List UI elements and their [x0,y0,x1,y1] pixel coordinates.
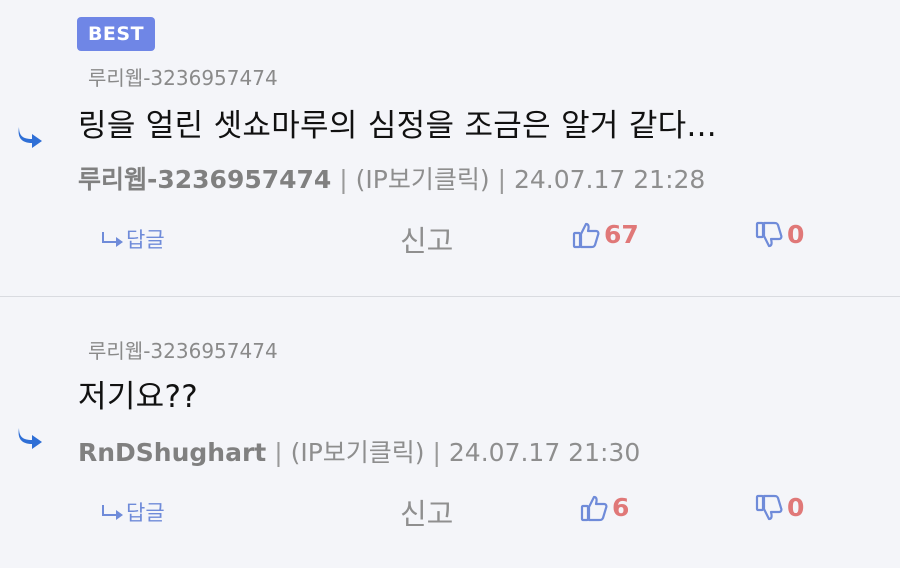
author-name[interactable]: RnDShughart [78,438,266,467]
action-row: 답글 신고 6 0 [0,491,900,531]
ip-link[interactable]: (IP보기클릭) [291,438,425,467]
comment-meta: 루리웹-3236957474 | (IP보기클릭) | 24.07.17 21:… [78,160,705,196]
reply-target: 루리웹-3236957474 [88,339,278,363]
timestamp: 24.07.17 21:28 [513,165,706,194]
dislike-count: 0 [787,493,805,522]
timestamp: 24.07.17 21:30 [448,438,641,467]
comment-text: 저기요?? [78,379,198,415]
reply-label: 답글 [126,228,165,252]
reply-button[interactable]: 답글 [102,224,165,254]
dislike-button[interactable]: 0 [755,220,804,249]
like-count: 67 [604,220,639,249]
reply-arrow-icon [18,428,42,449]
comment-item: BEST 루리웹-3236957474 링을 얼린 셋쇼마루의 심정을 조금은 … [0,0,900,296]
action-row: 답글 신고 67 0 [0,218,900,258]
author-name[interactable]: 루리웹-3236957474 [78,165,331,194]
meta-separator: | [274,438,283,467]
report-button[interactable]: 신고 [400,491,453,533]
meta-separator: | [339,165,348,194]
thumbs-up-icon [580,495,608,521]
like-count: 6 [612,493,630,522]
best-badge: BEST [77,17,155,51]
dislike-button[interactable]: 0 [755,493,804,522]
meta-separator: | [497,165,507,194]
ip-link[interactable]: (IP보기클릭) [356,165,490,194]
report-button[interactable]: 신고 [400,218,453,260]
reply-button[interactable]: 답글 [102,497,165,527]
reply-target: 루리웹-3236957474 [88,66,278,90]
thumbs-down-icon [755,221,783,247]
reply-label: 답글 [126,501,165,525]
thumbs-down-icon [755,494,783,520]
reply-small-icon [102,232,123,247]
comment-meta: RnDShughart | (IP보기클릭) | 24.07.17 21:30 [78,433,640,469]
like-button[interactable]: 6 [580,493,629,522]
comment-text: 링을 얼린 셋쇼마루의 심정을 조금은 알거 같다... [78,108,717,144]
reply-arrow-icon [18,127,42,148]
reply-small-icon [102,505,123,520]
like-button[interactable]: 67 [572,220,639,249]
dislike-count: 0 [787,220,805,249]
meta-separator: | [432,438,441,467]
comment-item: 루리웹-3236957474 저기요?? RnDShughart | (IP보기… [0,297,900,568]
thumbs-up-icon [572,222,600,248]
